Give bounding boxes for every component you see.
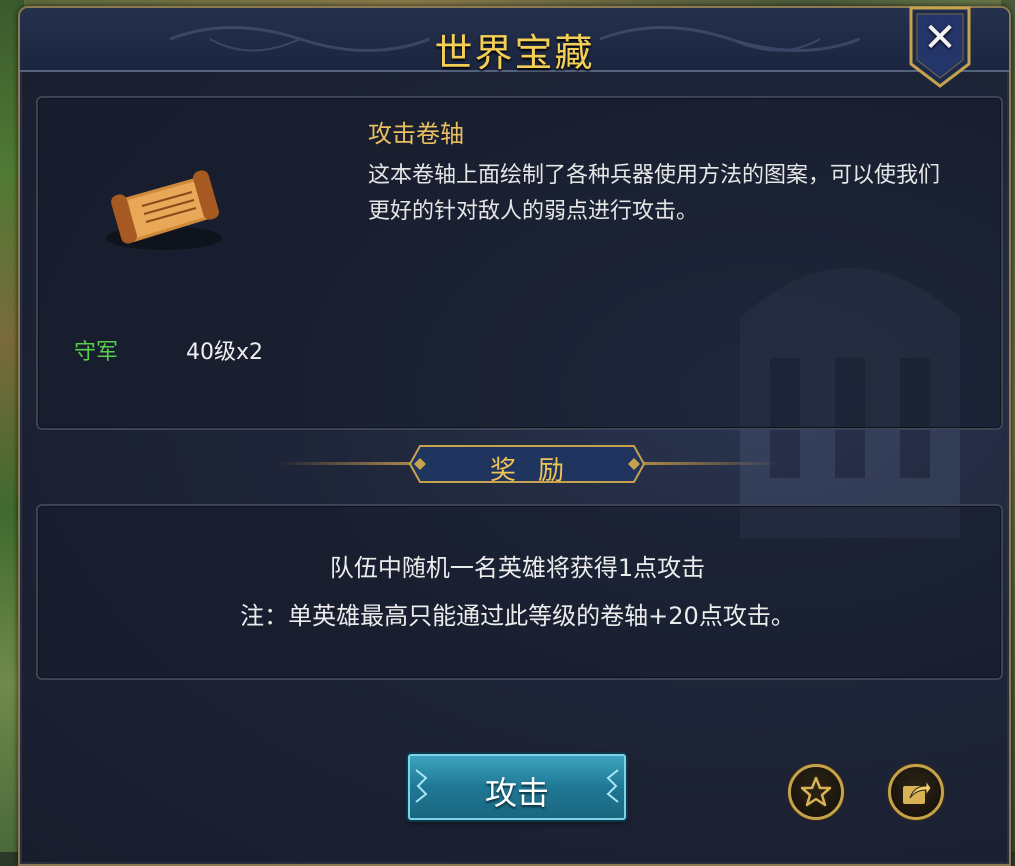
reward-line-2: 注：单英雄最高只能通过此等级的卷轴+20点攻击。: [240, 602, 795, 630]
item-name: 攻击卷轴: [368, 120, 464, 148]
item-description: 这本卷轴上面绘制了各种兵器使用方法的图案，可以使我们更好的针对敌人的弱点进行攻击…: [368, 163, 941, 224]
reward-line-1: 队伍中随机一名英雄将获得1点攻击: [329, 554, 706, 582]
scroll-icon: [106, 170, 222, 250]
reward-divider-left: [278, 462, 418, 465]
favorite-button[interactable]: [788, 764, 844, 820]
item-info-box: [36, 96, 1003, 430]
close-icon: ✕: [923, 15, 957, 61]
close-button[interactable]: ✕: [907, 4, 973, 90]
guard-value: 40级x2: [186, 340, 264, 365]
star-icon: [800, 776, 832, 807]
reward-header: 奖励: [489, 456, 586, 486]
attack-button-label: 攻击: [484, 774, 549, 812]
treasure-dialog: 世界宝藏 ✕ 攻击卷轴 这本卷轴上面绘制了各种兵器使用方法的图案，可以使我们更好…: [18, 6, 1011, 866]
reward-description: 队伍中随机一名英雄将获得1点攻击 注：单英雄最高只能通过此等级的卷轴+20点攻击…: [36, 544, 999, 640]
attack-button[interactable]: 攻击: [408, 754, 626, 820]
share-icon: [903, 779, 932, 804]
guard-label: 守军: [74, 340, 119, 365]
reward-divider-right: [640, 462, 780, 465]
dialog-header: 世界宝藏 ✕: [20, 6, 1009, 88]
dialog-title: 世界宝藏: [434, 31, 595, 75]
share-button[interactable]: [888, 764, 944, 820]
